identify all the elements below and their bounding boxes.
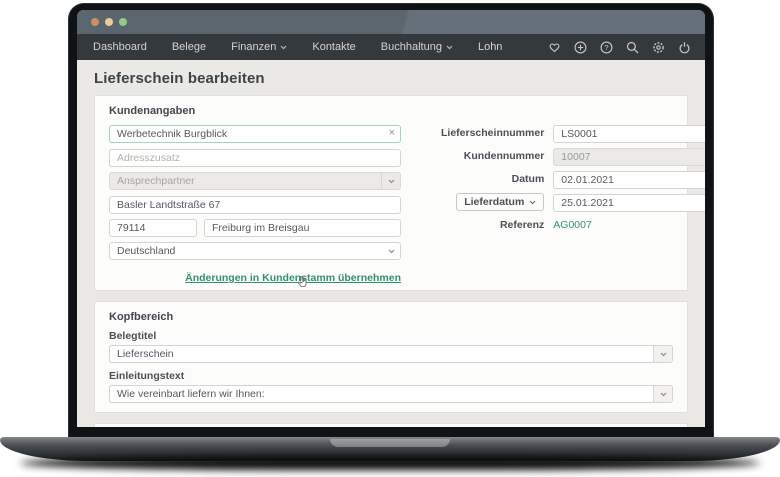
chevron-down-icon[interactable] [653,386,672,402]
header-panel: Kopfbereich Belegtitel Lieferschein Einl… [94,301,688,413]
country-select[interactable]: Deutschland [109,242,401,260]
doc-number-input[interactable] [553,124,705,143]
positions-panel: Belegpositionen [94,423,688,427]
chevron-down-icon [529,200,536,204]
hand-cursor-icon [297,275,307,288]
chevron-down-icon [446,45,453,49]
customer-panel: Kundenangaben × Ansprechpartner [94,95,705,291]
delivery-date-row: Lieferdatum [441,193,705,212]
street-input[interactable] [109,196,401,214]
reference-link[interactable]: AG0007 [553,219,705,231]
nav-menu: Dashboard Belege Finanzen Kontakte Buchh… [93,41,502,53]
intro-text-label: Einleitungstext [109,370,185,382]
customer-panel-title: Kundenangaben [109,105,196,117]
intro-text-select[interactable]: Wie vereinbart liefern wir Ihnen: [109,385,673,403]
chevron-down-icon[interactable] [653,346,672,362]
nav-item-dashboard[interactable]: Dashboard [93,41,147,53]
nav-item-kontakte[interactable]: Kontakte [312,41,355,53]
browser-titlebar [77,10,705,34]
chevron-down-icon [382,249,400,254]
customer-number-row: Kundennummer [441,147,705,166]
laptop-base-notch [330,439,450,447]
window-button-1[interactable] [91,18,99,26]
main-navbar: Dashboard Belege Finanzen Kontakte Buchh… [77,34,705,60]
svg-text:?: ? [604,43,608,52]
page-title: Lieferschein bearbeiten [94,70,265,87]
help-circle-icon[interactable]: ? [600,41,613,54]
search-icon[interactable] [626,41,639,54]
apply-link-row: Änderungen in Kundenstamm übernehmen [109,265,401,288]
nav-item-belege[interactable]: Belege [172,41,206,53]
reference-row: Referenz AG0007 [441,216,705,234]
laptop-screen: Dashboard Belege Finanzen Kontakte Buchh… [69,4,713,448]
city-input[interactable] [204,219,401,237]
page-content: Lieferschein bearbeiten Kundenangaben × [77,60,705,427]
nav-icon-group: ? [548,41,691,54]
date-row: Datum [441,170,705,189]
power-icon[interactable] [678,41,691,54]
delivery-date-input[interactable] [553,193,705,212]
delivery-date-type-button[interactable]: Lieferdatum [456,193,545,211]
plus-circle-icon[interactable] [574,41,587,54]
contact-person-select[interactable]: Ansprechpartner [109,172,401,190]
window-button-2[interactable] [105,18,113,26]
settings-icon[interactable] [652,41,665,54]
address-suffix-input[interactable] [109,149,401,167]
clear-icon[interactable]: × [389,126,395,140]
chevron-down-icon [280,45,287,49]
header-panel-title: Kopfbereich [109,311,174,323]
doc-title-select[interactable]: Lieferschein [109,345,673,363]
window-button-3[interactable] [119,18,127,26]
doc-number-row: Lieferscheinnummer [441,124,705,143]
screen-content: Dashboard Belege Finanzen Kontakte Buchh… [77,10,705,427]
apply-to-customer-link[interactable]: Änderungen in Kundenstamm übernehmen [185,272,401,284]
nav-item-buchhaltung[interactable]: Buchhaltung [381,41,453,53]
chevron-down-icon[interactable] [381,173,400,189]
nav-item-finanzen[interactable]: Finanzen [231,41,287,53]
laptop-shadow [20,456,760,470]
date-input[interactable] [553,170,705,189]
nav-item-lohn[interactable]: Lohn [478,41,502,53]
zip-input[interactable] [109,219,197,237]
customer-number-input [553,147,705,166]
customer-name-input[interactable] [109,125,401,143]
customer-name-field-wrap: × [109,124,401,143]
doc-title-label: Belegtitel [109,330,157,342]
heart-icon[interactable] [548,41,561,53]
